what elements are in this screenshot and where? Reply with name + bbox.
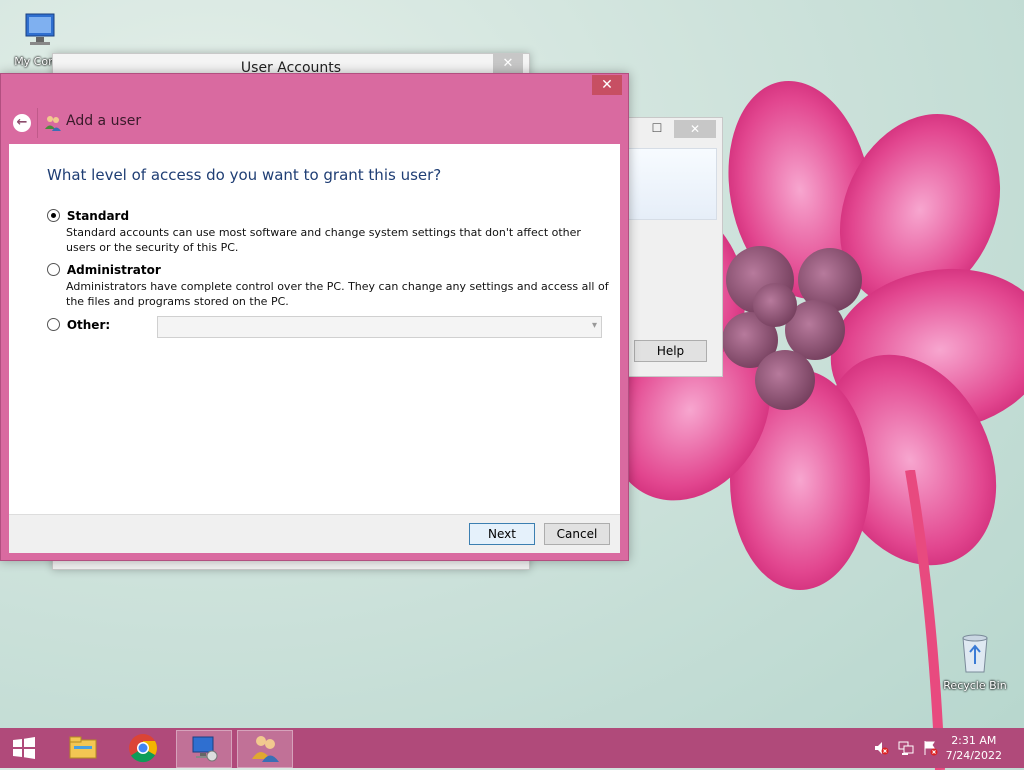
background-window-pane — [627, 148, 717, 220]
volume-muted-icon[interactable] — [873, 740, 889, 756]
page-title: What level of access do you want to gran… — [47, 166, 442, 184]
nav-separator — [37, 108, 38, 138]
background-window-close-button[interactable]: ✕ — [674, 120, 716, 138]
nav-title: Add a user — [66, 113, 142, 129]
taskbar-remote-desktop[interactable] — [176, 730, 232, 768]
user-accounts-close-button[interactable]: ✕ — [493, 54, 523, 74]
radio-option-other[interactable]: Other: — [47, 317, 110, 332]
clock-time: 2:31 AM — [951, 734, 997, 747]
taskbar: 2:31 AM 7/24/2022 — [0, 728, 1024, 768]
file-explorer-icon — [69, 736, 97, 759]
option-description: Standard accounts can use most software … — [66, 226, 581, 254]
desktop-icon-label: Recycle Bin — [943, 679, 1007, 692]
chrome-icon — [129, 734, 157, 763]
dialog-footer: Next Cancel — [9, 514, 620, 553]
chevron-down-icon: ▾ — [591, 320, 597, 331]
radio-button[interactable] — [47, 209, 60, 222]
dialog-close-button[interactable]: ✕ — [592, 75, 622, 95]
radio-option-standard[interactable]: Standard — [47, 208, 129, 223]
radio-button[interactable] — [47, 263, 60, 276]
remote-desktop-icon — [192, 736, 218, 762]
radio-option-administrator[interactable]: Administrator — [47, 262, 161, 277]
cancel-button[interactable]: Cancel — [544, 523, 610, 545]
dialog-nav-bar: ← Add a user — [1, 102, 628, 142]
action-center-flag-icon[interactable] — [922, 740, 938, 756]
user-accounts-icon — [252, 736, 279, 762]
option-label: Standard — [66, 208, 130, 223]
taskbar-clock[interactable]: 2:31 AM 7/24/2022 — [946, 733, 1002, 763]
other-account-type-select[interactable]: ▾ — [157, 316, 602, 338]
option-label: Other: — [66, 317, 111, 332]
add-user-dialog: ✕ ← Add a user What level of access do y… — [0, 73, 629, 561]
help-button[interactable]: Help — [634, 340, 707, 362]
dialog-content: What level of access do you want to gran… — [9, 144, 620, 514]
taskbar-file-explorer[interactable] — [56, 730, 110, 766]
next-button[interactable]: Next — [469, 523, 535, 545]
background-window: ☐ ✕ Help — [626, 117, 723, 377]
start-button[interactable] — [0, 730, 48, 766]
taskbar-user-accounts[interactable] — [237, 730, 293, 768]
clock-date: 7/24/2022 — [945, 749, 1002, 762]
start-icon — [13, 737, 35, 759]
recycle-bin-icon — [962, 634, 988, 673]
maximize-button[interactable]: ☐ — [647, 121, 667, 137]
users-icon — [45, 116, 61, 131]
background-window-titlebar: ☐ ✕ — [627, 118, 722, 142]
desktop-wallpaper-stem — [905, 470, 945, 770]
desktop-icon-recycle-bin[interactable]: Recycle Bin — [935, 630, 1015, 692]
back-arrow-icon[interactable]: ← — [13, 114, 31, 132]
network-icon[interactable] — [898, 740, 914, 756]
option-description: Administrators have complete control ove… — [66, 280, 609, 308]
computer-icon — [25, 13, 55, 45]
radio-button[interactable] — [47, 318, 60, 331]
option-label: Administrator — [66, 262, 161, 277]
taskbar-chrome[interactable] — [116, 730, 170, 766]
